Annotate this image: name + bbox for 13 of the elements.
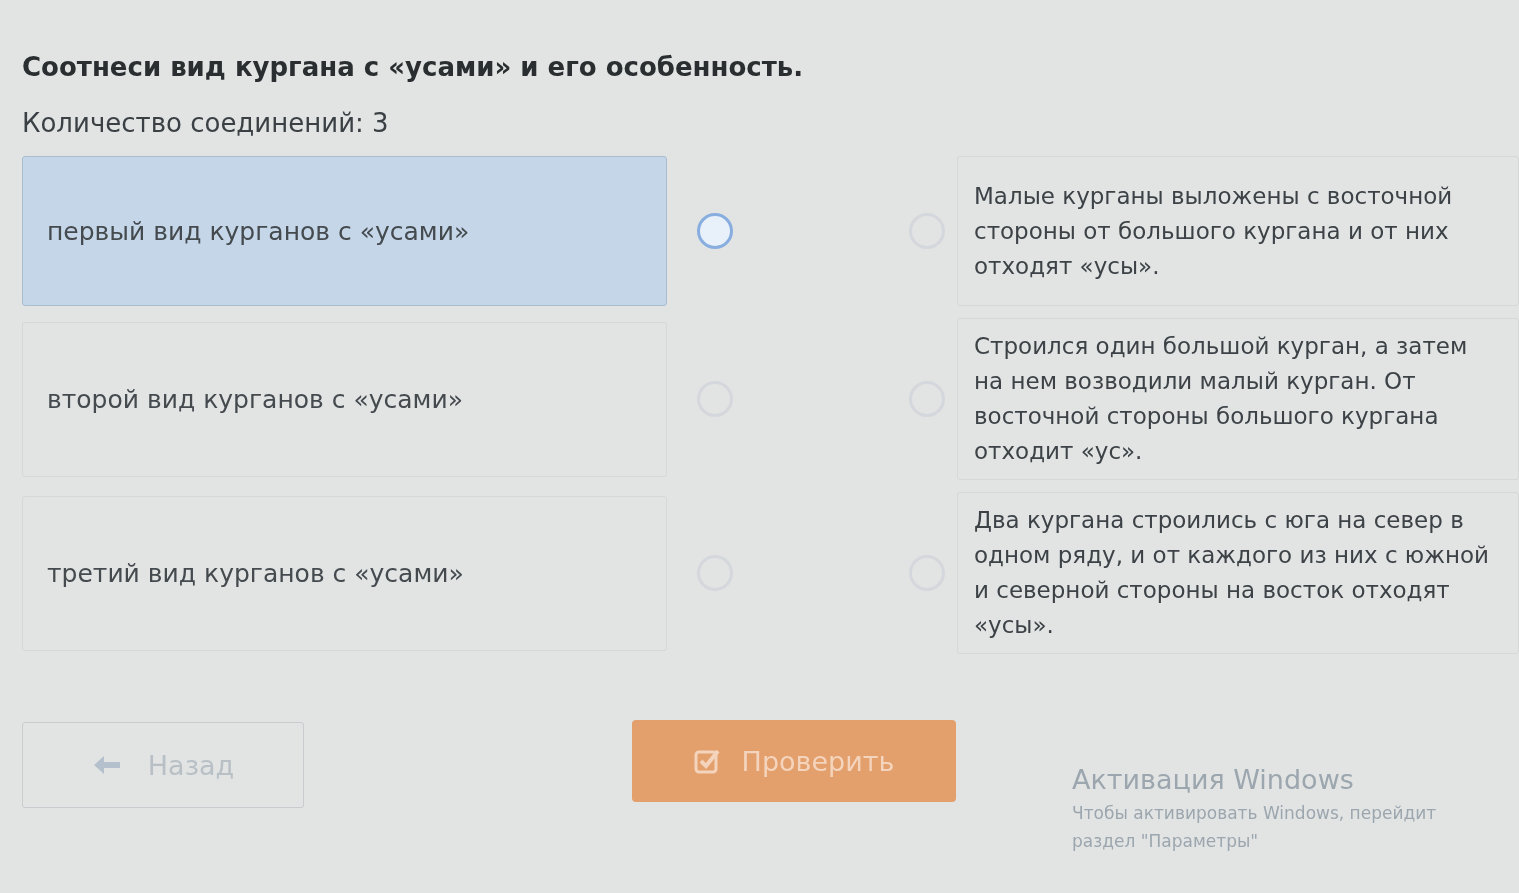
- match-item[interactable]: Два кургана строились с юга на север в одном ряду, и от каждого из них с южной и северной стороны на восток отходят «усы».: [957, 492, 1519, 654]
- connections-count: Количество соединений: 3: [22, 108, 390, 138]
- activation-text: Чтобы активировать Windows, перейдит: [1072, 803, 1437, 823]
- match-item[interactable]: Малые курганы выложены с восточной стороны от большого кургана и от них отходят «усы».: [957, 156, 1519, 306]
- connector-dot[interactable]: [697, 213, 733, 249]
- match-item[interactable]: Строился один большой курган, а затем на нем возводили малый курган. От восточной стороны большого кургана отходит «ус».: [957, 318, 1519, 480]
- match-item[interactable]: третий вид курганов с «усами»: [22, 495, 667, 651]
- match-item[interactable]: первый вид курганов с «усами»: [22, 156, 667, 306]
- match-item[interactable]: второй вид курганов с «усами»: [22, 321, 667, 477]
- question-title: Соотнеси вид кургана с «усами» и его особенность.: [22, 52, 805, 82]
- activation-title: Активация Windows: [1072, 764, 1355, 795]
- activation-text: раздел "Параметры": [1072, 831, 1260, 851]
- checkbox-icon: [693, 748, 720, 774]
